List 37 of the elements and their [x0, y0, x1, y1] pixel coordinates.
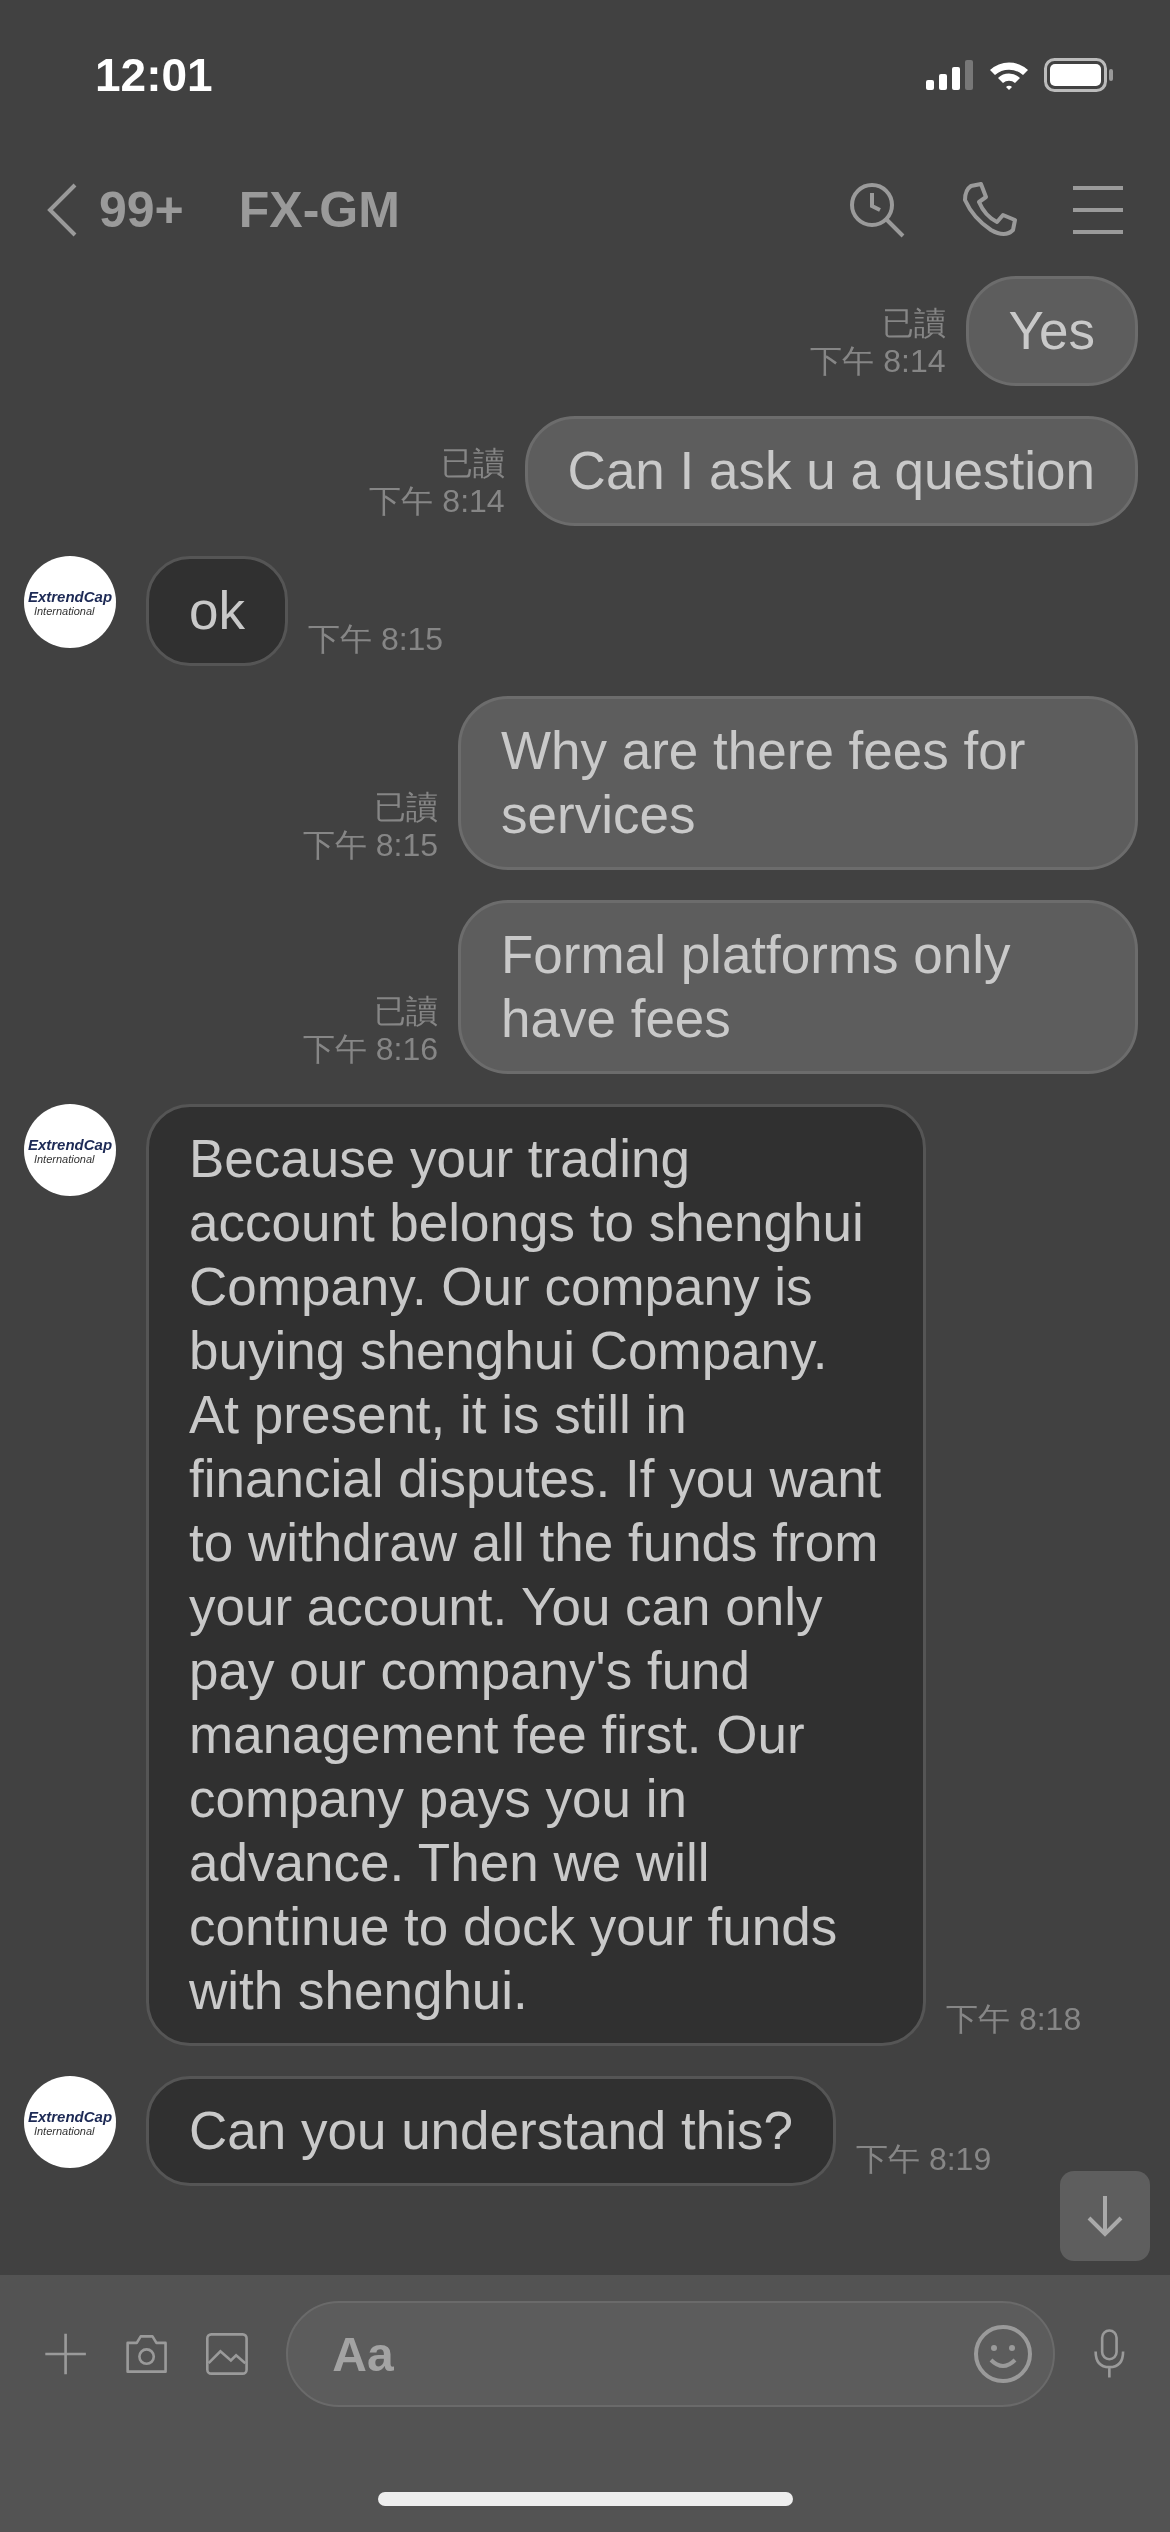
- chat-title: FX-GM: [238, 181, 400, 239]
- search-icon[interactable]: [847, 180, 907, 240]
- signal-icon: [926, 60, 974, 90]
- message-bubble: Can I ask u a question: [524, 416, 1138, 526]
- message-bubble: Formal platforms only have fees: [458, 900, 1138, 1074]
- down-arrow-icon: [1085, 2194, 1125, 2238]
- back-button[interactable]: 99+: [45, 181, 184, 239]
- message-bubble: ok: [146, 556, 288, 666]
- read-receipt: 已讀: [374, 992, 438, 1030]
- message-time: 下午 8:15: [302, 826, 438, 864]
- avatar-logo-text: ExtrendCap: [27, 2107, 113, 2125]
- avatar-logo-subtitle: International: [33, 2124, 95, 2137]
- avatar-logo-subtitle: International: [33, 1152, 95, 1165]
- avatar-logo-text: ExtrendCap: [27, 587, 113, 605]
- avatar-logo-subtitle: International: [33, 604, 95, 617]
- message-bubble: Because your trading account belongs to shenghui Company. Our company is buying shenghui Company. At present, it is still in financial disputes. If you want to withdraw all the funds from your account. You can only pay our company's fund management fee first. Our company pays you in advance. Then we will continue to dock your funds with shenghui.: [146, 1104, 926, 2046]
- unread-count: 99+: [99, 181, 184, 239]
- message-time: 下午 8:14: [369, 482, 505, 520]
- avatar-logo-text: ExtrendCap: [27, 1135, 113, 1153]
- message-bubble: Can you understand this?: [146, 2076, 836, 2186]
- message-time: 下午 8:19: [856, 2140, 992, 2179]
- battery-icon: [1044, 58, 1114, 92]
- read-receipt: 已讀: [881, 304, 946, 342]
- message-time: 下午 8:15: [308, 620, 444, 659]
- message-time: 下午 8:16: [302, 1030, 438, 1068]
- message-bubble: Why are there fees for services: [458, 696, 1138, 870]
- back-icon: [45, 182, 79, 238]
- read-receipt: 已讀: [440, 444, 505, 482]
- emoji-icon[interactable]: [973, 2324, 1034, 2384]
- menu-icon[interactable]: [1071, 185, 1125, 235]
- scroll-down-button[interactable]: [1060, 2171, 1150, 2261]
- message-time: 下午 8:14: [810, 342, 946, 380]
- status-time: 12:01: [95, 48, 213, 102]
- read-receipt: 已讀: [374, 788, 438, 826]
- message-input[interactable]: Aa: [286, 2301, 1056, 2407]
- message-bubble: Yes: [965, 276, 1138, 386]
- message-time: 下午 8:18: [946, 2000, 1082, 2039]
